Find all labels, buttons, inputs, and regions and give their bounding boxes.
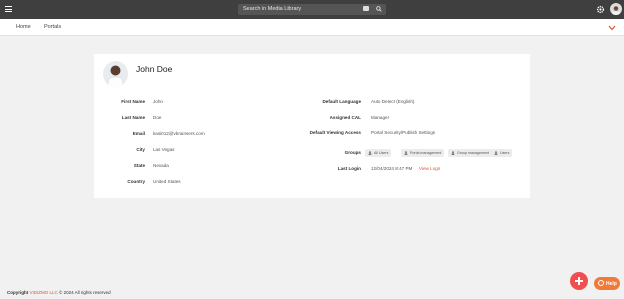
value-country: United States: [153, 179, 181, 184]
group-chip: Users: [491, 149, 513, 157]
label-default-language: Default Language: [322, 99, 361, 104]
footer-prefix: Copyright: [7, 290, 29, 295]
label-groups: Groups: [344, 150, 361, 155]
profile-photo: [103, 61, 128, 87]
profile-name: John Doe: [136, 64, 173, 74]
value-city: Las Vegas: [153, 147, 175, 152]
help-button[interactable]: Help: [594, 277, 620, 290]
label-city: City: [136, 147, 145, 152]
label-country: Country: [127, 179, 145, 184]
value-email: kasi012@vbrainsers.com: [153, 131, 205, 136]
group-chip: Group management: [448, 149, 492, 157]
label-email: Email: [132, 131, 145, 136]
nav-home[interactable]: Home: [16, 24, 31, 30]
gear-icon[interactable]: [596, 5, 605, 14]
search-box[interactable]: Search in Media Library: [238, 4, 386, 15]
nav-bar: Home Portals: [0, 19, 624, 36]
value-last-name: Doe: [153, 115, 162, 120]
users-icon: [451, 151, 455, 155]
label-last-name: Last Name: [121, 115, 145, 120]
help-circle-icon: [598, 280, 604, 286]
view-logs-link[interactable]: View Logs: [419, 166, 440, 171]
user-avatar[interactable]: [610, 3, 622, 15]
chevron-down-icon[interactable]: [608, 25, 616, 31]
add-button[interactable]: [570, 272, 588, 290]
footer-copyright: Copyright VIDIZMO LLC © 2024 All rights …: [7, 290, 111, 295]
users-icon: [368, 151, 372, 155]
users-icon: [494, 151, 498, 155]
label-state: State: [133, 163, 145, 168]
help-label: Help: [606, 280, 617, 287]
group-chip-label: Group management: [457, 151, 489, 155]
label-first-name: First Name: [121, 99, 145, 104]
group-chip-label: Portal management: [410, 151, 442, 155]
top-bar: Search in Media Library: [0, 0, 624, 19]
value-state: Nevada: [153, 163, 169, 168]
label-last-login: Last Login: [337, 166, 361, 171]
nav-portals[interactable]: Portals: [44, 24, 61, 30]
plus-icon: [578, 277, 580, 285]
users-icon: [404, 151, 408, 155]
group-chip: All Users: [365, 149, 392, 157]
group-chip-label: Users: [500, 151, 510, 155]
search-input[interactable]: Search in Media Library: [243, 6, 301, 12]
value-assigned-cal: Manager: [371, 115, 390, 120]
hamburger-icon[interactable]: [5, 6, 12, 12]
chat-icon[interactable]: [363, 6, 369, 11]
footer-brand[interactable]: VIDIZMO LLC: [30, 290, 58, 295]
value-last-login: 12/04/2024 8:47 PM: [371, 166, 413, 171]
footer-suffix: © 2024 All rights reserved: [59, 290, 111, 295]
value-first-name: John: [153, 99, 163, 104]
group-chip: Portal management: [401, 149, 445, 157]
label-assigned-cal: Assigned CAL: [329, 115, 361, 120]
search-icon[interactable]: [376, 6, 382, 12]
profile-card: John Doe First Name John Last Name Doe E…: [94, 54, 530, 198]
label-default-viewing-access: Default Viewing Access: [309, 130, 361, 135]
group-chip-label: All Users: [374, 151, 389, 155]
value-default-viewing-access: Portal Security/Publish Settings: [371, 130, 436, 135]
value-default-language: Auto Detect (English): [371, 99, 415, 104]
